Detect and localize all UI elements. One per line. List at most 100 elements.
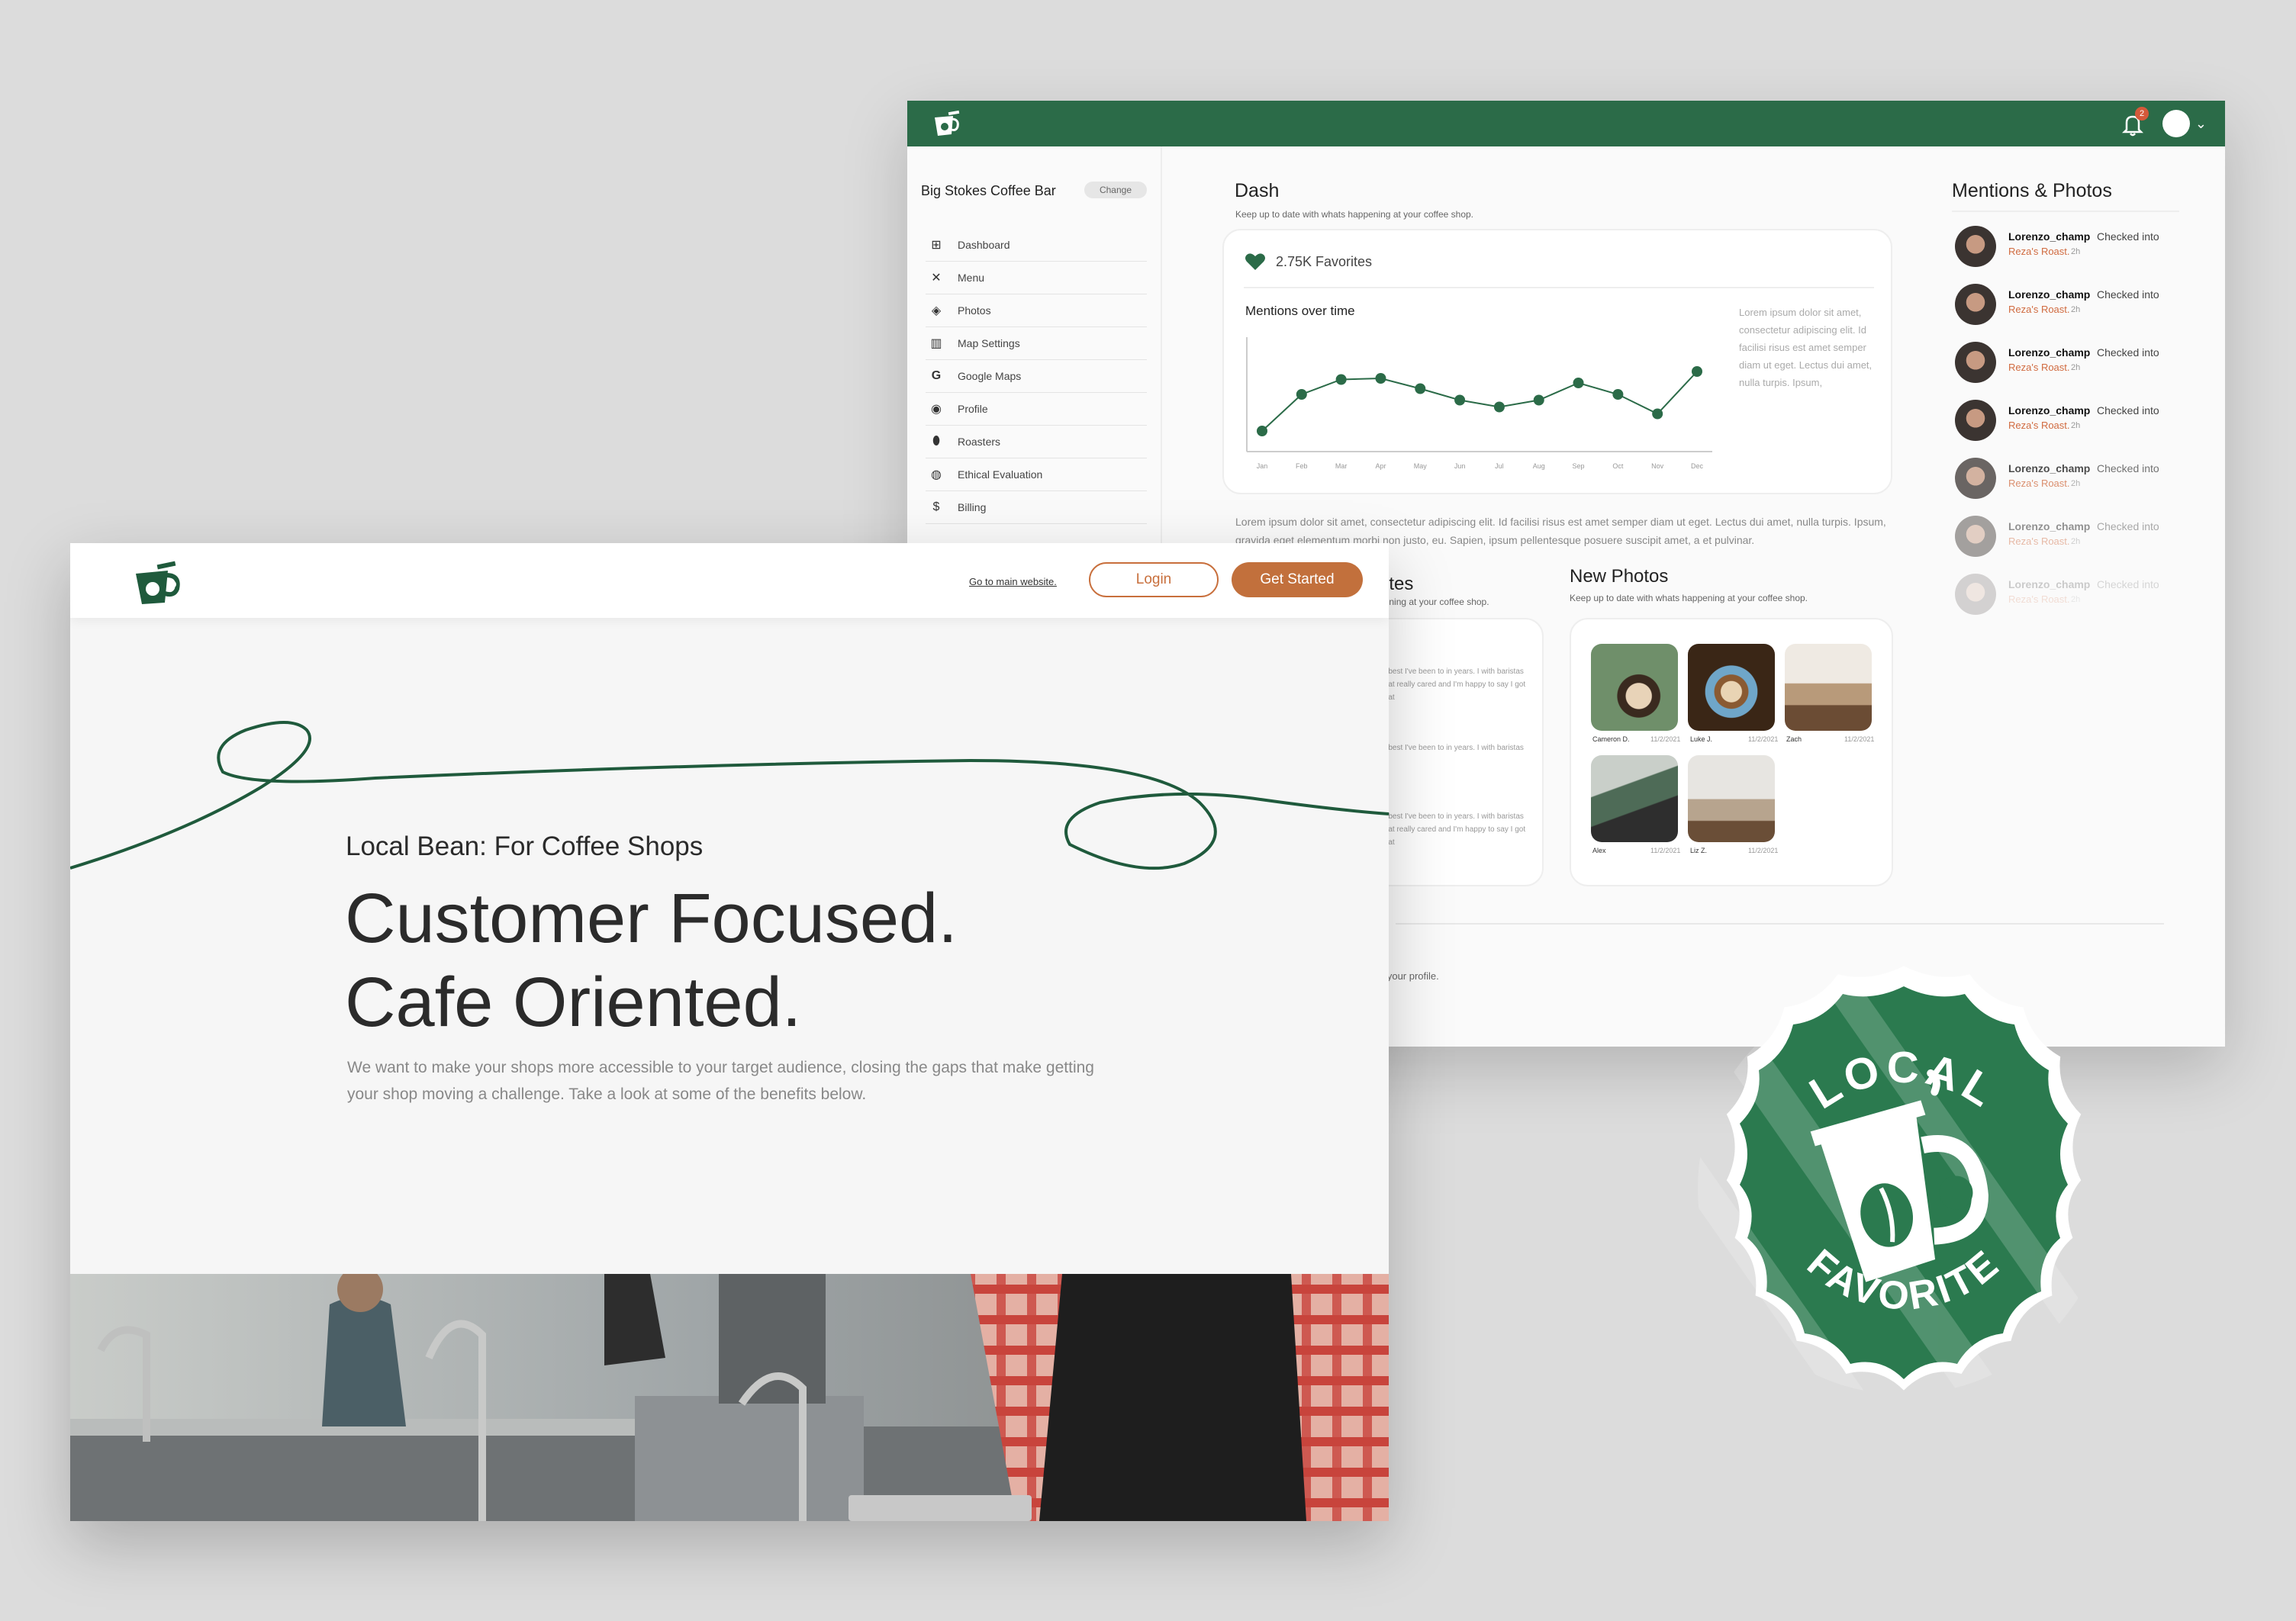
mention-user: Lorenzo_champ <box>2008 578 2091 590</box>
globe-icon: ◍ <box>931 468 942 481</box>
avatar <box>1955 284 1996 325</box>
sidebar-item-label: Roasters <box>958 436 1001 448</box>
favorites-count: 2.75K Favorites <box>1276 253 1373 269</box>
profile-icon: ◉ <box>931 403 942 416</box>
mention-time: 2h <box>2071 537 2081 546</box>
mention-item[interactable]: Lorenzo_champ Checked into Reza's Roast.… <box>1955 574 2184 619</box>
sidebar-item-google-maps[interactable]: G Google Maps <box>926 360 1147 393</box>
mention-place: Reza's Roast. <box>2008 304 2070 315</box>
logo-icon[interactable] <box>930 108 964 139</box>
card-description: Lorem ipsum dolor sit amet, consectetur … <box>1739 307 1873 388</box>
chevron-down-icon[interactable]: ⌄ <box>2195 116 2207 132</box>
hero-barista-photo <box>70 1274 1389 1521</box>
sidebar-item-label: Google Maps <box>958 370 1022 382</box>
photo-thumbnail[interactable] <box>1591 755 1678 842</box>
sidebar-nav: ⊞ Dashboard ✕ Menu ◈ Photos ▥ Map Settin… <box>926 229 1147 524</box>
main-website-link[interactable]: Go to main website. <box>969 576 1057 587</box>
data-point <box>1573 378 1584 388</box>
sidebar-item-roasters[interactable]: ⬮ Roasters <box>926 426 1147 458</box>
note-text: e best I've been to in years. I with bar… <box>1382 667 1526 702</box>
decorative-swirl <box>70 721 1389 870</box>
mention-item[interactable]: Lorenzo_champ Checked into Reza's Roast.… <box>1955 400 2184 445</box>
photo-date: 11/2/2021 <box>1748 735 1779 743</box>
x-tick-label: Aug <box>1533 462 1545 470</box>
photo-date: 11/2/2021 <box>1844 735 1875 743</box>
sidebar-item-label: Map Settings <box>958 337 1020 349</box>
mention-item[interactable]: Lorenzo_champ Checked into Reza's Roast.… <box>1955 516 2184 561</box>
chart-title: Mentions over time <box>1245 304 1355 318</box>
avatar <box>1955 226 1996 267</box>
page-title: Dash <box>1235 180 1280 201</box>
shop-name: Big Stokes Coffee Bar <box>921 183 1056 198</box>
photo-thumbnail[interactable] <box>1785 644 1872 731</box>
photo-author: Liz Z. <box>1690 847 1708 854</box>
sidebar-item-label: Ethical Evaluation <box>958 468 1043 481</box>
photo-thumbnail[interactable] <box>1688 755 1775 842</box>
sidebar-item-label: Menu <box>958 272 985 284</box>
landing-window: Go to main website. Login Get Started Lo… <box>70 543 1389 1521</box>
heart-icon <box>1245 253 1265 270</box>
logo-icon[interactable] <box>130 560 186 607</box>
mention-place: Reza's Roast. <box>2008 246 2070 257</box>
note-text: e best I've been to in years. I with bar… <box>1382 812 1526 847</box>
new-photos-subtitle: Keep up to date with whats happening at … <box>1570 593 1808 603</box>
photo-thumbnail[interactable] <box>1688 644 1775 731</box>
avatar <box>1955 458 1996 499</box>
mention-user: Lorenzo_champ <box>2008 230 2091 243</box>
get-started-button[interactable]: Get Started <box>1232 562 1363 597</box>
x-tick-label: Sep <box>1573 462 1585 470</box>
login-button[interactable]: Login <box>1089 562 1219 597</box>
mention-item[interactable]: Lorenzo_champ Checked into Reza's Roast.… <box>1955 284 2184 330</box>
sidebar-item-dashboard[interactable]: ⊞ Dashboard <box>926 229 1147 262</box>
series-line <box>1261 371 1698 432</box>
mention-action: Checked into <box>2097 404 2159 417</box>
mention-user: Lorenzo_champ <box>2008 288 2091 301</box>
data-point <box>1375 373 1386 384</box>
photo-date: 11/2/2021 <box>1748 847 1779 854</box>
x-tick-label: Jul <box>1495 462 1504 470</box>
favorites-card: 2.75K Favorites Mentions over time Jan Fe… <box>1222 229 1892 494</box>
user-avatar[interactable] <box>2162 110 2190 137</box>
data-point <box>1652 408 1663 420</box>
hero-description: We want to make your shops more accessib… <box>347 1059 1094 1103</box>
avatar <box>1955 574 1996 615</box>
mention-action: Checked into <box>2097 578 2159 590</box>
mention-time: 2h <box>2071 421 2081 430</box>
sidebar-item-billing[interactable]: $ Billing <box>926 491 1147 524</box>
sidebar-item-map-settings[interactable]: ▥ Map Settings <box>926 327 1147 360</box>
dashboard-icon: ⊞ <box>931 239 942 252</box>
photo-author: Luke J. <box>1690 735 1713 743</box>
mention-time: 2h <box>2071 247 2081 256</box>
mention-time: 2h <box>2071 363 2081 372</box>
divider <box>1952 211 2179 212</box>
x-tick-label: Apr <box>1375 462 1386 470</box>
mention-time: 2h <box>2071 479 2081 488</box>
mention-item[interactable]: Lorenzo_champ Checked into Reza's Roast.… <box>1955 226 2184 272</box>
x-tick-label: May <box>1414 462 1428 470</box>
photo-thumbnail[interactable] <box>1591 644 1678 731</box>
change-shop-button[interactable]: Change <box>1084 182 1147 198</box>
mention-action: Checked into <box>2097 230 2159 243</box>
sidebar-item-photos[interactable]: ◈ Photos <box>926 294 1147 327</box>
page-subtitle: Keep up to date with whats happening at … <box>1235 209 1473 220</box>
mentions-line-chart: Jan Feb Mar Apr May Jun Jul Aug Sep Oct Nov Dec <box>1246 337 1712 470</box>
sidebar-item-label: Dashboard <box>958 239 1010 251</box>
avatar <box>1955 400 1996 441</box>
mention-place: Reza's Roast. <box>2008 420 2070 431</box>
mention-user: Lorenzo_champ <box>2008 520 2091 532</box>
x-tick-label: Nov <box>1651 462 1664 470</box>
x-tick-label: Feb <box>1296 462 1308 470</box>
divider <box>1396 923 2164 925</box>
avatar <box>1955 516 1996 557</box>
mention-item[interactable]: Lorenzo_champ Checked into Reza's Roast.… <box>1955 458 2184 503</box>
photo-date: 11/2/2021 <box>1650 735 1681 743</box>
mention-user: Lorenzo_champ <box>2008 346 2091 359</box>
sidebar-item-label: Profile <box>958 403 988 415</box>
sidebar-item-menu[interactable]: ✕ Menu <box>926 262 1147 294</box>
mention-item[interactable]: Lorenzo_champ Checked into Reza's Roast.… <box>1955 342 2184 388</box>
mention-place: Reza's Roast. <box>2008 362 2070 373</box>
sidebar-item-ethical-evaluation[interactable]: ◍ Ethical Evaluation <box>926 458 1147 491</box>
notification-badge: 2 <box>2135 107 2149 121</box>
mention-place: Reza's Roast. <box>2008 478 2070 489</box>
sidebar-item-profile[interactable]: ◉ Profile <box>926 393 1147 426</box>
